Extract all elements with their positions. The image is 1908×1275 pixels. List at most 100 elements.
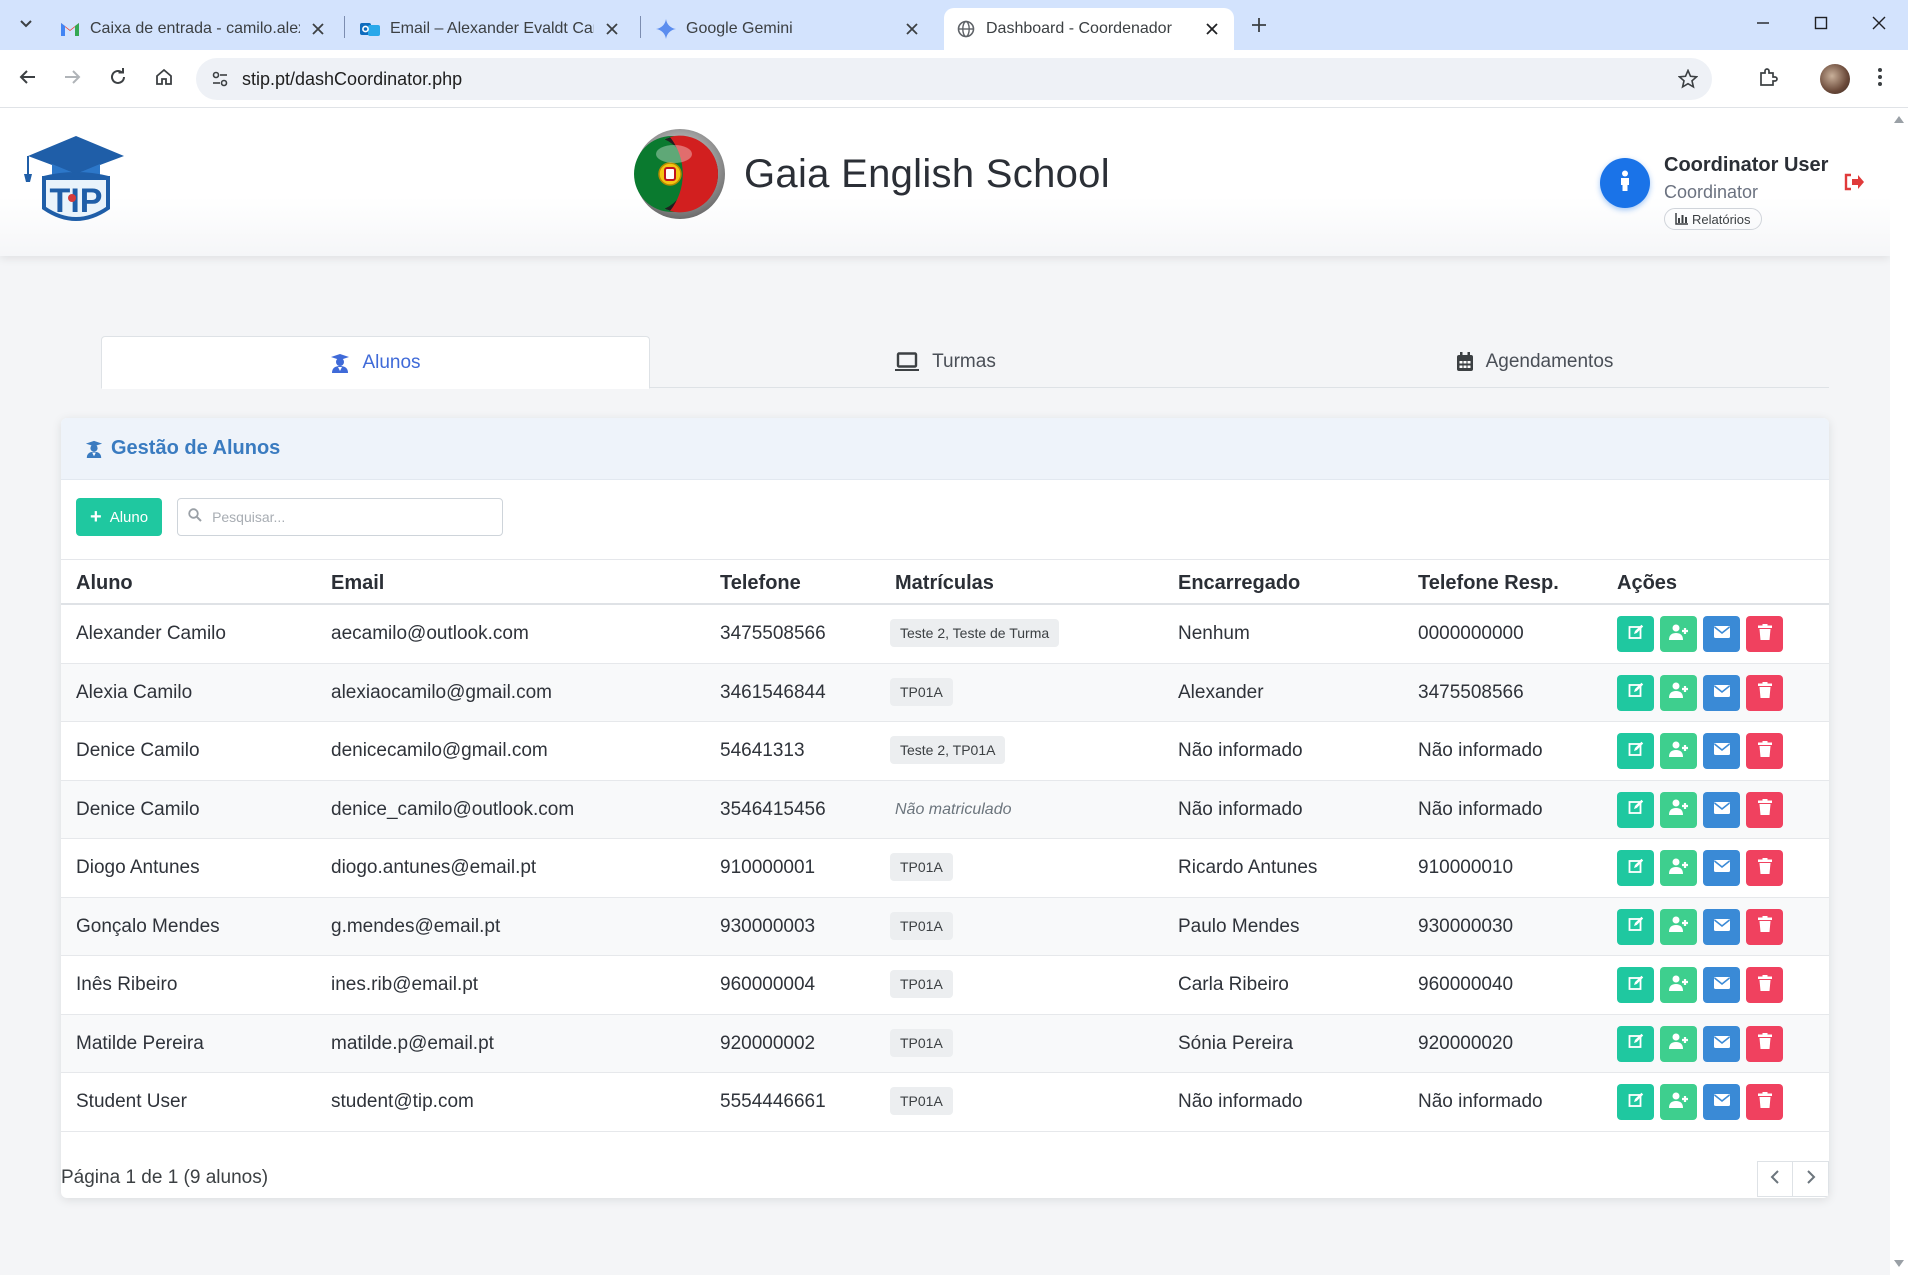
student-name: Alexia Camilo xyxy=(76,681,193,703)
browser-toolbar: stip.pt/dashCoordinator.php xyxy=(0,50,1908,108)
row-actions xyxy=(1617,850,1783,886)
delete-button[interactable] xyxy=(1746,791,1783,828)
scroll-down-arrow[interactable] xyxy=(1894,1260,1904,1267)
edit-button[interactable] xyxy=(1617,674,1654,711)
assign-class-button[interactable] xyxy=(1660,1084,1697,1120)
assign-class-button[interactable] xyxy=(1660,967,1697,1003)
tab-agendamentos[interactable]: Agendamentos xyxy=(1240,336,1829,388)
site-settings-icon[interactable] xyxy=(206,65,234,93)
maximize-button[interactable] xyxy=(1798,8,1844,42)
graduate-icon xyxy=(330,353,350,373)
table-body: Alexander Camilo aecamilo@outlook.com 34… xyxy=(61,605,1829,1132)
email-button[interactable] xyxy=(1703,674,1740,711)
assign-class-button[interactable] xyxy=(1660,850,1697,886)
delete-button[interactable] xyxy=(1746,616,1783,652)
email-button[interactable] xyxy=(1703,1025,1740,1062)
table-row: Student User student@tip.com 5554446661 … xyxy=(61,1073,1829,1132)
minimize-icon xyxy=(1756,16,1770,35)
guardian-phone: Não informado xyxy=(1418,740,1543,761)
email-button[interactable] xyxy=(1703,616,1740,652)
assign-class-button[interactable] xyxy=(1660,1025,1697,1062)
close-icon[interactable] xyxy=(602,19,622,39)
tab-alunos[interactable]: Alunos xyxy=(101,336,650,389)
tip-logo[interactable]: TIP xyxy=(22,130,130,230)
user-plus-icon xyxy=(1668,741,1689,762)
edit-icon xyxy=(1628,916,1644,937)
guardian-phone: 3475508566 xyxy=(1418,681,1524,703)
plus-icon: + xyxy=(90,506,102,528)
scroll-up-arrow[interactable] xyxy=(1894,116,1904,123)
assign-class-button[interactable] xyxy=(1660,733,1697,769)
delete-button[interactable] xyxy=(1746,1025,1783,1062)
forward-button[interactable] xyxy=(56,63,88,95)
profile-avatar[interactable] xyxy=(1820,64,1850,94)
add-student-label: Aluno xyxy=(109,508,149,526)
next-page-button[interactable] xyxy=(1793,1161,1829,1197)
back-button[interactable] xyxy=(12,63,44,95)
reload-button[interactable] xyxy=(102,63,134,95)
prev-page-button[interactable] xyxy=(1757,1161,1793,1197)
user-plus-icon xyxy=(1668,1092,1689,1113)
delete-button[interactable] xyxy=(1746,850,1783,886)
user-avatar[interactable] xyxy=(1600,158,1650,208)
close-window-button[interactable] xyxy=(1856,8,1902,42)
tab-turmas[interactable]: Turmas xyxy=(650,336,1240,388)
email-button[interactable] xyxy=(1703,791,1740,828)
assign-class-button[interactable] xyxy=(1660,908,1697,945)
email-button[interactable] xyxy=(1703,967,1740,1003)
close-icon[interactable] xyxy=(902,19,922,39)
edit-button[interactable] xyxy=(1617,791,1654,828)
trash-icon xyxy=(1757,974,1772,996)
email-button[interactable] xyxy=(1703,908,1740,945)
edit-button[interactable] xyxy=(1617,967,1654,1003)
email-button[interactable] xyxy=(1703,850,1740,886)
browser-tab-gemini[interactable]: Google Gemini xyxy=(644,8,934,50)
delete-button[interactable] xyxy=(1746,674,1783,711)
edit-button[interactable] xyxy=(1617,908,1654,945)
email-button[interactable] xyxy=(1703,1084,1740,1120)
assign-class-button[interactable] xyxy=(1660,616,1697,652)
reports-link[interactable]: Relatórios xyxy=(1664,208,1762,230)
browser-tab-gmail[interactable]: Caixa de entrada - camilo.alexander xyxy=(48,8,340,50)
delete-button[interactable] xyxy=(1746,967,1783,1003)
delete-button[interactable] xyxy=(1746,1084,1783,1120)
page-scrollbar[interactable] xyxy=(1890,108,1908,1275)
url-text: stip.pt/dashCoordinator.php xyxy=(242,69,463,89)
add-student-button[interactable]: + Aluno xyxy=(76,498,163,536)
browser-tab-dashboard[interactable]: Dashboard - Coordenador xyxy=(944,8,1234,50)
email-button[interactable] xyxy=(1703,733,1740,769)
home-button[interactable] xyxy=(148,63,180,95)
assign-class-button[interactable] xyxy=(1660,791,1697,828)
edit-button[interactable] xyxy=(1617,1084,1654,1120)
student-phone: 910000001 xyxy=(720,857,816,878)
edit-button[interactable] xyxy=(1617,616,1654,652)
guardian-name: Não informado xyxy=(1178,740,1303,761)
edit-button[interactable] xyxy=(1617,850,1654,886)
delete-button[interactable] xyxy=(1746,908,1783,945)
extensions-button[interactable] xyxy=(1752,63,1784,95)
star-icon[interactable] xyxy=(1674,65,1702,93)
tab-search-button[interactable] xyxy=(10,10,42,40)
edit-button[interactable] xyxy=(1617,1025,1654,1062)
envelope-icon xyxy=(1713,742,1730,760)
enrollment-badge: Teste 2, TP01A xyxy=(890,736,1006,764)
student-email: matilde.p@email.pt xyxy=(331,1032,494,1054)
students-card: Gestão de Alunos + Aluno Aluno Email Tel… xyxy=(61,418,1829,1198)
browser-menu-button[interactable] xyxy=(1864,63,1896,95)
address-bar[interactable]: stip.pt/dashCoordinator.php xyxy=(196,58,1712,100)
close-icon[interactable] xyxy=(308,19,328,39)
delete-button[interactable] xyxy=(1746,733,1783,769)
search-input[interactable] xyxy=(212,509,483,525)
edit-button[interactable] xyxy=(1617,733,1654,769)
logout-button[interactable] xyxy=(1842,172,1866,196)
close-icon[interactable] xyxy=(1202,19,1222,39)
gmail-icon xyxy=(60,19,80,39)
minimize-button[interactable] xyxy=(1740,8,1786,42)
puzzle-icon xyxy=(1758,67,1778,92)
svg-text:TIP: TIP xyxy=(50,182,103,220)
browser-tab-outlook[interactable]: Email – Alexander Evaldt Camilo xyxy=(348,8,634,50)
table-row: Matilde Pereira matilde.p@email.pt 92000… xyxy=(61,1014,1829,1073)
assign-class-button[interactable] xyxy=(1660,674,1697,711)
guardian-name: Nenhum xyxy=(1178,623,1250,644)
new-tab-button[interactable] xyxy=(1244,12,1274,42)
